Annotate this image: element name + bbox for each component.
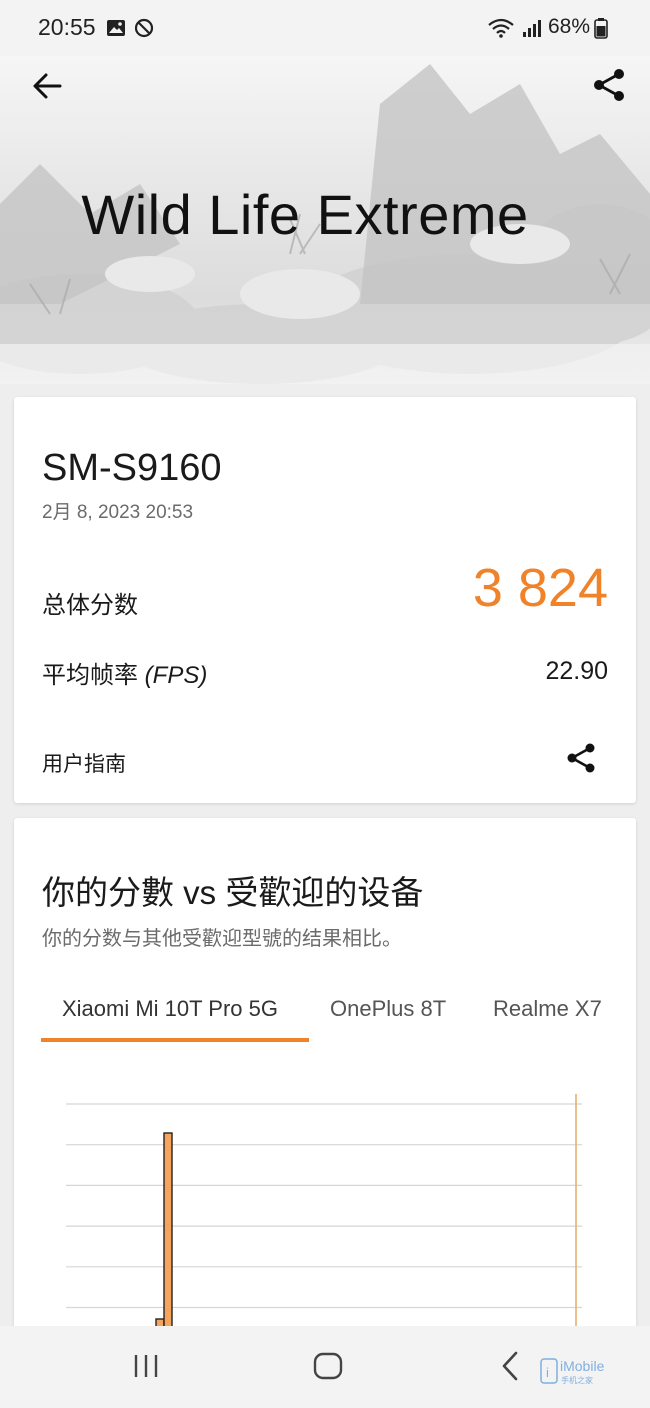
no-disturb-icon — [134, 18, 154, 38]
page-title: Wild Life Extreme — [81, 183, 529, 246]
comparison-histogram-chart — [66, 1094, 582, 1408]
share-icon[interactable] — [590, 66, 628, 104]
signal-icon — [523, 20, 541, 37]
battery-percent: 68% — [547, 15, 590, 38]
comparison-card: 你的分數 vs 受歡迎的设备 你的分数与其他受歡迎型號的结果相比。 Xiaomi… — [14, 818, 636, 1408]
wifi-icon — [488, 18, 514, 38]
recent-apps-icon[interactable] — [130, 1350, 162, 1382]
fps-label: 平均帧率 (FPS) — [42, 655, 207, 690]
watermark-i: i — [546, 1365, 549, 1380]
hero-banner: Wild Life Extreme — [0, 44, 650, 384]
watermark-text: iMobile — [560, 1358, 605, 1374]
back-icon[interactable] — [498, 1350, 524, 1382]
system-nav-bar: i iMobile 手机之家 — [0, 1326, 650, 1408]
fps-value: 22.90 — [545, 657, 608, 685]
user-guide-link[interactable]: 用户指南 — [42, 748, 126, 778]
device-name: SM-S9160 — [42, 447, 222, 489]
share-icon[interactable] — [564, 741, 598, 775]
status-time: 20:55 — [38, 14, 96, 40]
fps-label-unit: (FPS) — [144, 662, 208, 689]
arrow-left-icon[interactable] — [30, 68, 66, 104]
watermark-subtext: 手机之家 — [561, 1375, 593, 1385]
fps-label-text: 平均帧率 — [42, 662, 145, 689]
score-label: 总体分数 — [42, 592, 138, 619]
image-icon — [107, 20, 125, 36]
result-card: SM-S9160 2月 8, 2023 20:53 总体分数 3 824 平均帧… — [14, 397, 636, 803]
imobile-watermark: i iMobile 手机之家 — [540, 1358, 605, 1385]
home-icon[interactable] — [312, 1350, 344, 1382]
status-bar: 20:55 68% — [0, 0, 650, 56]
result-date: 2月 8, 2023 20:53 — [42, 502, 194, 523]
battery-icon — [594, 18, 608, 39]
score-value: 3 824 — [472, 558, 608, 618]
